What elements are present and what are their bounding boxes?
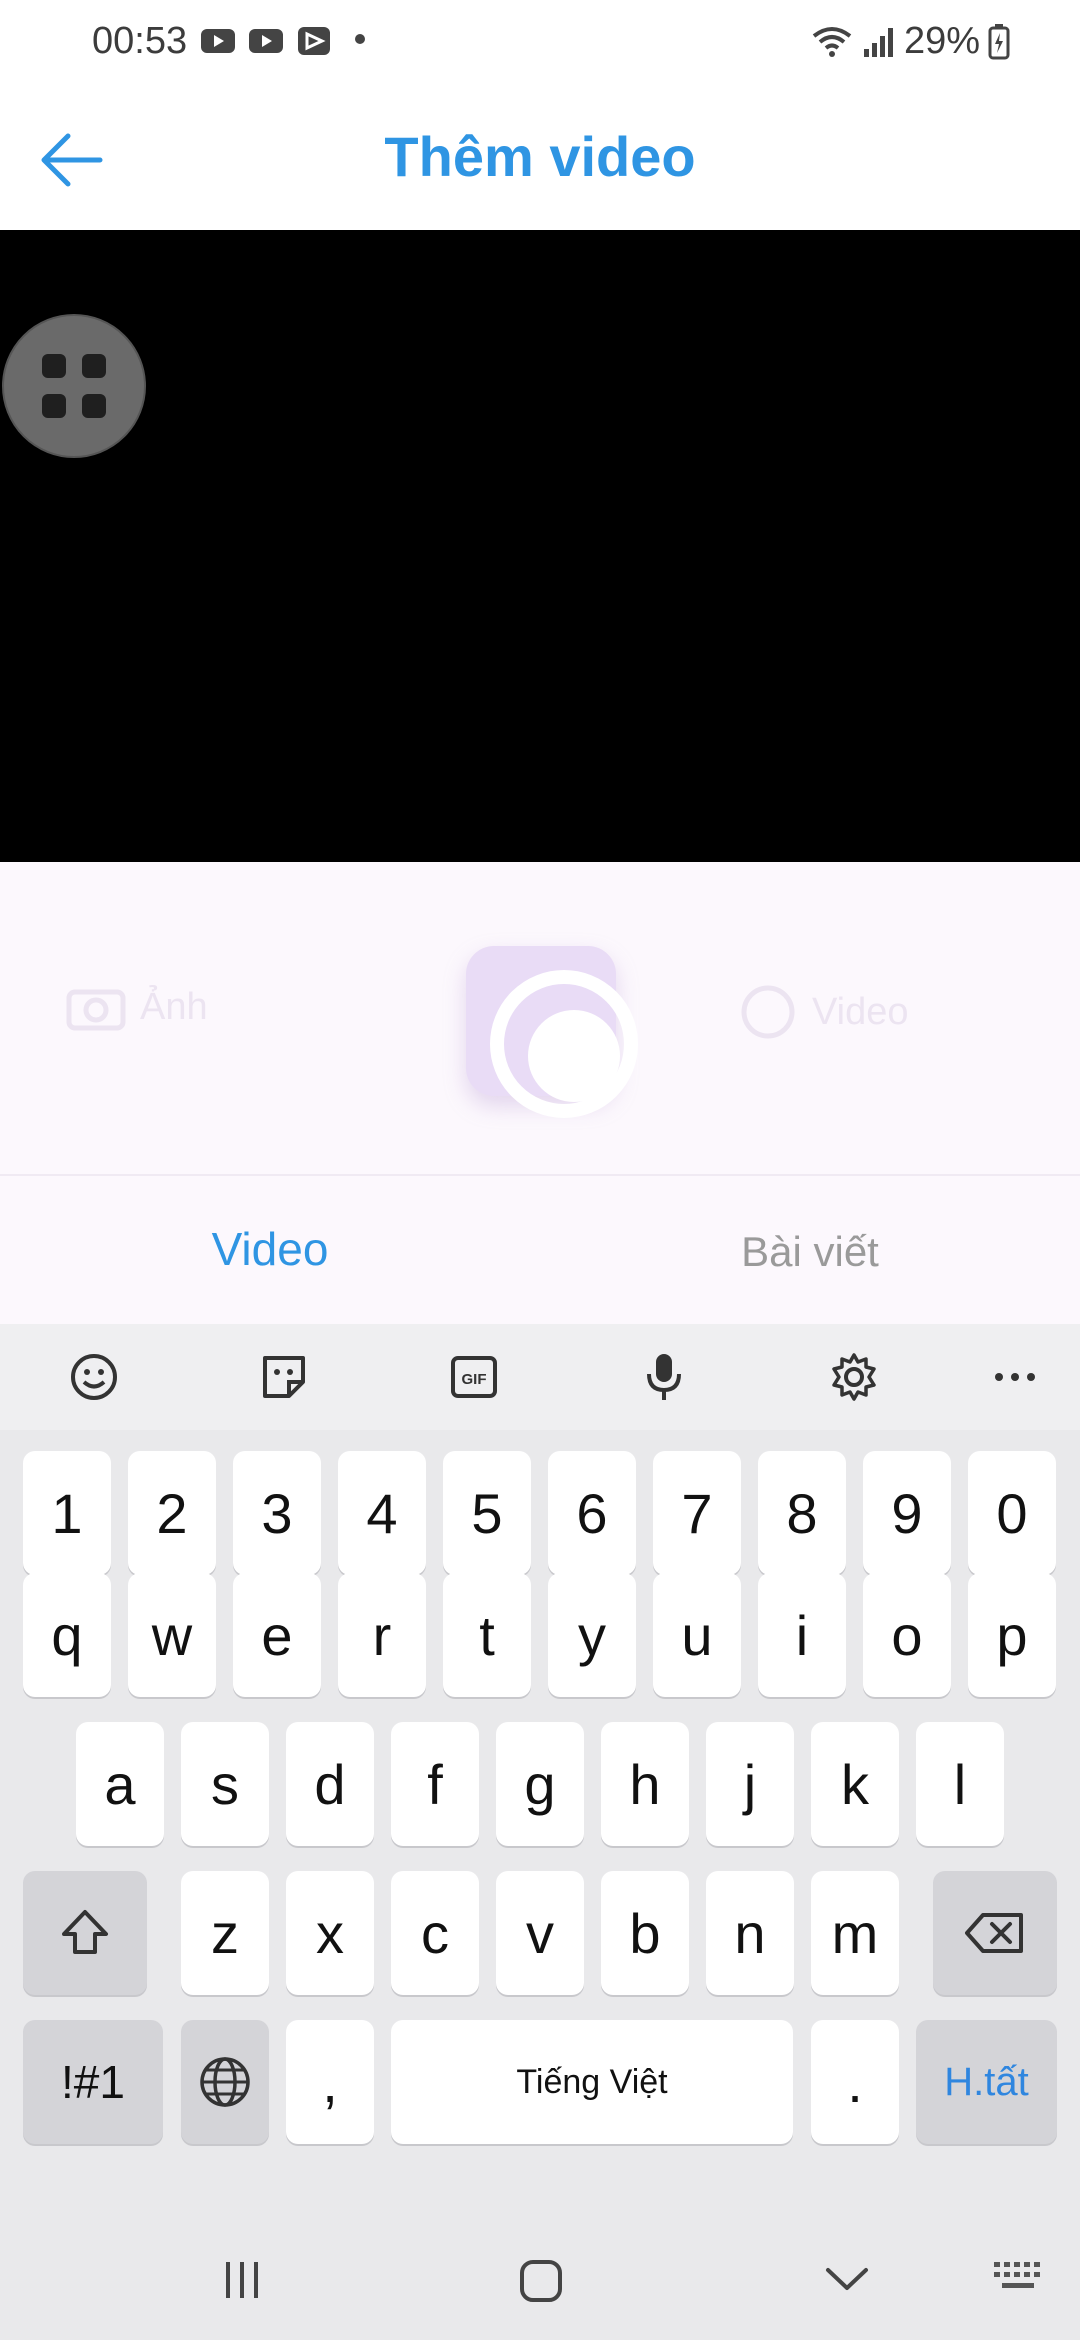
key-x[interactable]: x — [286, 1871, 374, 1995]
status-right: 29% — [810, 20, 1010, 63]
key-8[interactable]: 8 — [758, 1451, 846, 1575]
key-a[interactable]: a — [76, 1722, 164, 1846]
more-options-icon[interactable] — [990, 1352, 1040, 1402]
svg-text:GIF: GIF — [462, 1371, 487, 1388]
globe-icon — [200, 2057, 250, 2107]
key-d[interactable]: d — [286, 1722, 374, 1846]
keyboard-toolbar: GIF — [0, 1324, 1080, 1430]
signal-icon — [863, 27, 893, 57]
grid-icon — [42, 354, 66, 378]
settings-gear-icon[interactable] — [829, 1352, 879, 1402]
wifi-icon — [812, 26, 852, 57]
key-c[interactable]: c — [391, 1871, 479, 1995]
comma-key[interactable]: , — [286, 2020, 374, 2144]
record-dot-icon — [528, 1010, 620, 1102]
status-bar: 00:53 29% — [0, 0, 1080, 88]
key-i[interactable]: i — [758, 1573, 846, 1697]
symbols-key[interactable]: !#1 — [23, 2020, 163, 2144]
capture-mode-strip: Ảnh Video — [0, 862, 1080, 1174]
key-k[interactable]: k — [811, 1722, 899, 1846]
microphone-icon[interactable] — [639, 1352, 689, 1402]
battery-charging-icon — [988, 23, 1010, 59]
home-icon[interactable] — [518, 2258, 564, 2304]
key-y[interactable]: y — [548, 1573, 636, 1697]
photo-mode[interactable]: Ảnh — [66, 982, 208, 1032]
key-n[interactable]: n — [706, 1871, 794, 1995]
video-preview[interactable] — [0, 230, 1080, 862]
shift-key[interactable] — [23, 1871, 147, 1995]
key-9[interactable]: 9 — [863, 1451, 951, 1575]
key-l[interactable]: l — [916, 1722, 1004, 1846]
tab-posts[interactable]: Bài viết — [540, 1228, 1080, 1276]
app-bar: Thêm video — [0, 88, 1080, 230]
key-m[interactable]: m — [811, 1871, 899, 1995]
key-e[interactable]: e — [233, 1573, 321, 1697]
youtube-icon — [201, 29, 235, 53]
key-u[interactable]: u — [653, 1573, 741, 1697]
gif-icon[interactable]: GIF — [449, 1352, 499, 1402]
key-b[interactable]: b — [601, 1871, 689, 1995]
hide-keyboard-chevron-icon[interactable] — [824, 2258, 870, 2302]
tab-video[interactable]: Video — [0, 1222, 540, 1276]
video-mode-label: Video — [812, 990, 909, 1033]
key-0[interactable]: 0 — [968, 1451, 1056, 1575]
status-time: 00:53 — [92, 20, 188, 62]
notification-dot — [355, 34, 365, 44]
video-mode-icon — [741, 985, 795, 1039]
key-h[interactable]: h — [601, 1722, 689, 1846]
key-4[interactable]: 4 — [338, 1451, 426, 1575]
key-1[interactable]: 1 — [23, 1451, 111, 1575]
battery-percent: 29% — [903, 20, 980, 62]
key-t[interactable]: t — [443, 1573, 531, 1697]
play-store-icon — [298, 27, 330, 55]
floating-menu-button[interactable] — [2, 314, 146, 458]
key-r[interactable]: r — [338, 1573, 426, 1697]
key-q[interactable]: q — [23, 1573, 111, 1697]
key-o[interactable]: o — [863, 1573, 951, 1697]
key-w[interactable]: w — [128, 1573, 216, 1697]
emoji-icon[interactable] — [69, 1352, 119, 1402]
key-s[interactable]: s — [181, 1722, 269, 1846]
key-z[interactable]: z — [181, 1871, 269, 1995]
key-f[interactable]: f — [391, 1722, 479, 1846]
system-nav-bar — [0, 2220, 1080, 2340]
photo-mode-label: Ảnh — [140, 985, 208, 1028]
video-mode[interactable]: Video — [738, 982, 909, 1042]
camera-icon — [66, 989, 126, 1031]
page-title: Thêm video — [384, 125, 696, 188]
enter-key[interactable]: H.tất — [916, 2020, 1057, 2144]
shift-arrow-icon — [62, 1910, 108, 1954]
language-key[interactable] — [181, 2020, 269, 2144]
backspace-key[interactable] — [933, 1871, 1057, 1995]
period-key[interactable]: . — [811, 2020, 899, 2144]
keyboard-switch-icon[interactable] — [992, 2258, 1044, 2298]
key-3[interactable]: 3 — [233, 1451, 321, 1575]
key-v[interactable]: v — [496, 1871, 584, 1995]
keyboard: GIF 1 2 3 4 5 6 7 8 9 0 q w e r t y u i … — [0, 1324, 1080, 2340]
bottom-tabs: Video Bài viết — [0, 1174, 1080, 1326]
key-p[interactable]: p — [968, 1573, 1056, 1697]
key-j[interactable]: j — [706, 1722, 794, 1846]
key-6[interactable]: 6 — [548, 1451, 636, 1575]
recent-apps-icon[interactable] — [220, 2258, 264, 2302]
key-g[interactable]: g — [496, 1722, 584, 1846]
key-7[interactable]: 7 — [653, 1451, 741, 1575]
backspace-icon — [965, 1913, 1023, 1953]
space-key[interactable]: Tiếng Việt — [391, 2020, 793, 2144]
key-2[interactable]: 2 — [128, 1451, 216, 1575]
sticker-icon[interactable] — [259, 1352, 309, 1402]
key-5[interactable]: 5 — [443, 1451, 531, 1575]
youtube-icon — [249, 29, 283, 53]
